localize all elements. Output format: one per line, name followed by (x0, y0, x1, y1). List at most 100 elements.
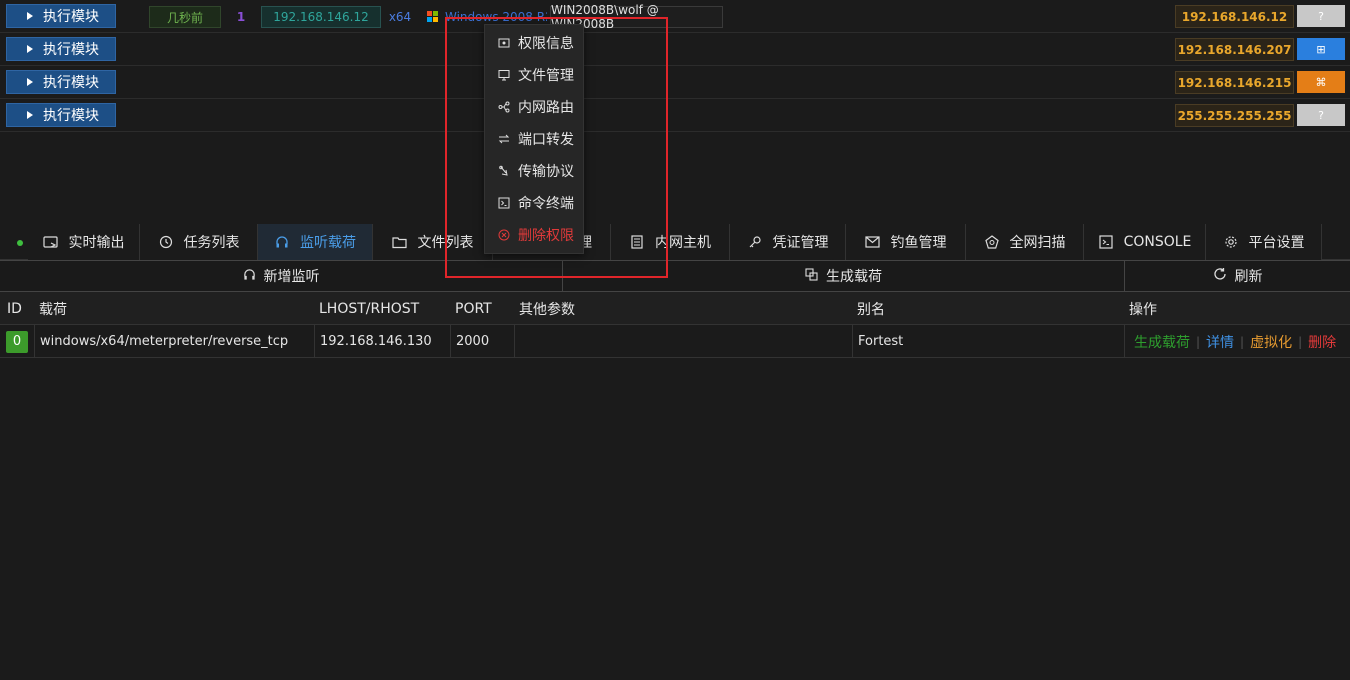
table-row[interactable]: 0 windows/x64/meterpreter/reverse_tcp 19… (0, 325, 1350, 358)
terminal-icon (498, 197, 510, 209)
col-port: PORT (455, 300, 492, 317)
tab-network-scan[interactable]: 全网扫描 (966, 224, 1084, 260)
os-text: Windows 2008 R2 (445, 10, 548, 24)
tab-credentials[interactable]: 凭证管理 (730, 224, 846, 260)
execute-module-button[interactable]: 执行模块 (6, 37, 116, 61)
os-type-button[interactable]: ? (1297, 104, 1345, 126)
menu-item-transport-protocol[interactable]: 传输协议 (485, 155, 585, 187)
tab-listener-payload[interactable]: 监听载荷 (258, 224, 373, 260)
menu-item-file-management[interactable]: 文件管理 (485, 59, 585, 91)
tab-label: 凭证管理 (772, 235, 829, 251)
internal-ip-badge: 192.168.146.12 (261, 6, 381, 28)
tab-label: 文件列表 (417, 235, 474, 251)
monitor-icon (498, 69, 510, 81)
separator: | (1240, 334, 1245, 349)
menu-item-intranet-route[interactable]: 内网路由 (485, 91, 585, 123)
gear-icon (1223, 234, 1239, 250)
headphones-icon (243, 268, 256, 285)
session-ip-badge: 192.168.146.12 (1175, 5, 1294, 28)
virtualize-link[interactable]: 虚拟化 (1250, 332, 1292, 352)
host-icon (629, 234, 645, 250)
session-count-badge: 1 (226, 6, 256, 28)
session-ip-badge: 192.168.146.215 (1175, 71, 1294, 94)
col-id: ID (7, 300, 22, 317)
col-operations: 操作 (1129, 301, 1157, 318)
session-row[interactable]: 执行模块 几秒前 1 192.168.146.12 x64 Windows 20… (0, 0, 1350, 33)
tab-label: 实时输出 (68, 235, 125, 251)
question-icon: ? (1318, 108, 1324, 122)
menu-item-label: 文件管理 (518, 68, 574, 84)
tab-realtime-output[interactable]: 实时输出 (28, 224, 140, 260)
mail-icon (865, 234, 881, 250)
generate-payload-link[interactable]: 生成载荷 (1134, 332, 1190, 352)
os-type-button[interactable]: ⌘ (1297, 71, 1345, 93)
session-ip-badge: 255.255.255.255 (1175, 104, 1294, 127)
session-time-badge: 几秒前 (149, 6, 221, 28)
execute-module-label: 执行模块 (43, 75, 99, 91)
menu-item-delete-permission[interactable]: 删除权限 (485, 219, 585, 251)
swap-icon (498, 133, 510, 145)
separator: | (1196, 334, 1201, 349)
tab-console[interactable]: CONSOLE (1084, 224, 1206, 260)
tab-task-list[interactable]: 任务列表 (140, 224, 258, 260)
tab-label: 平台设置 (1248, 235, 1305, 251)
tab-intranet-host[interactable]: 内网主机 (611, 224, 730, 260)
execute-module-label: 执行模块 (43, 9, 99, 25)
execute-module-label: 执行模块 (43, 42, 99, 58)
menu-item-label: 权限信息 (518, 36, 574, 52)
delete-link[interactable]: 删除 (1308, 332, 1336, 352)
session-ip-badge: 192.168.146.207 (1175, 38, 1294, 61)
tab-label: 钓鱼管理 (890, 235, 947, 251)
execute-module-button[interactable]: 执行模块 (6, 70, 116, 94)
col-alias: 别名 (857, 301, 885, 318)
col-payload: 载荷 (39, 301, 67, 318)
session-row[interactable]: 执行模块 192.168.146.207 ⊞ (0, 33, 1350, 66)
add-listener-label: 新增监听 (263, 269, 320, 285)
execute-module-button[interactable]: 执行模块 (6, 103, 116, 127)
network-device-icon: ⌘ (1315, 75, 1327, 89)
add-listener-button[interactable]: 新增监听 (0, 261, 563, 291)
session-row[interactable]: 执行模块 255.255.255.255 ? (0, 99, 1350, 132)
key-icon (498, 37, 510, 49)
alias-cell: Fortest (852, 325, 1124, 358)
tab-label: 监听载荷 (300, 235, 356, 251)
route-icon (498, 101, 510, 113)
os-type-button[interactable]: ? (1297, 5, 1345, 27)
generate-payload-button[interactable]: 生成载荷 (563, 261, 1125, 291)
operations-cell: 生成载荷 | 详情 | 虚拟化 | 删除 (1124, 325, 1350, 358)
other-params-cell (514, 325, 852, 358)
lhost-cell: 192.168.146.130 (314, 325, 450, 358)
menu-item-label: 内网路由 (518, 100, 574, 116)
id-badge: 0 (6, 330, 28, 353)
tab-label: 内网主机 (655, 235, 711, 251)
folder-icon (392, 234, 408, 250)
app-window: 执行模块 几秒前 1 192.168.146.12 x64 Windows 20… (0, 0, 1350, 680)
menu-item-permission-info[interactable]: 权限信息 (485, 27, 585, 59)
play-icon (27, 78, 33, 86)
play-icon (27, 45, 33, 53)
tab-platform-settings[interactable]: 平台设置 (1206, 224, 1322, 260)
headphones-icon (274, 234, 290, 250)
scan-icon (984, 234, 1000, 250)
id-cell: 0 (0, 325, 34, 358)
clock-icon (158, 234, 174, 250)
menu-item-port-forward[interactable]: 端口转发 (485, 123, 585, 155)
detail-link[interactable]: 详情 (1206, 332, 1234, 352)
os-type-button[interactable]: ⊞ (1297, 38, 1345, 60)
tab-file-list[interactable]: 文件列表 (373, 224, 493, 260)
tab-phishing[interactable]: 钓鱼管理 (846, 224, 966, 260)
play-icon (27, 12, 33, 20)
output-icon (43, 234, 59, 250)
refresh-button[interactable]: 刷新 (1125, 261, 1350, 291)
table-header: ID 载荷 LHOST/RHOST PORT 其他参数 别名 操作 (0, 292, 1350, 325)
tab-label: CONSOLE (1123, 234, 1192, 250)
generate-payload-label: 生成载荷 (826, 269, 882, 285)
menu-item-command-terminal[interactable]: 命令终端 (485, 187, 585, 219)
execute-module-button[interactable]: 执行模块 (6, 4, 116, 28)
delete-icon (498, 229, 510, 241)
session-row[interactable]: 执行模块 192.168.146.215 ⌘ (0, 66, 1350, 99)
menu-item-label: 端口转发 (518, 132, 574, 148)
tab-label: 任务列表 (183, 235, 240, 251)
execute-module-label: 执行模块 (43, 108, 99, 124)
status-dot-icon (17, 240, 23, 246)
